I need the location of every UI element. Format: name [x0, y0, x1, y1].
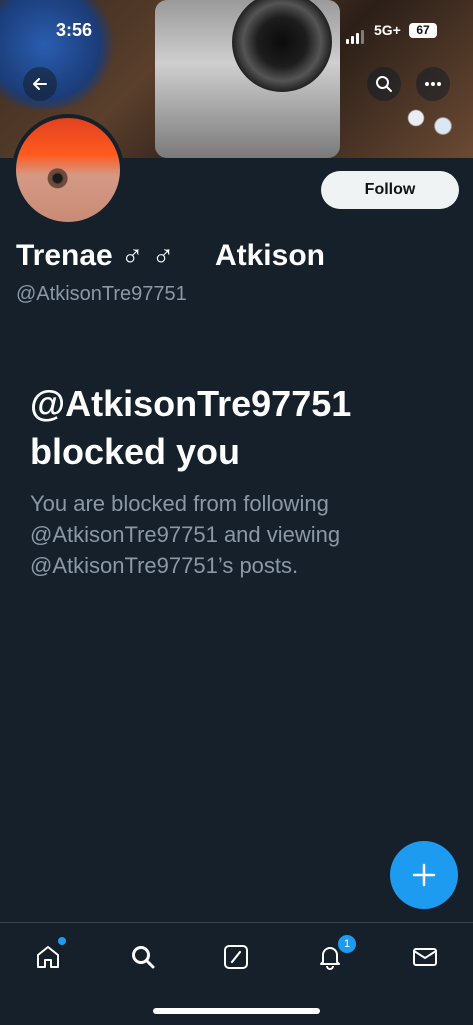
profile-name: Trenae ♂ ♂ Atkison: [16, 239, 325, 272]
nav-grok[interactable]: [216, 939, 256, 979]
nav-notifications[interactable]: 1: [310, 933, 358, 979]
follow-button[interactable]: Follow: [321, 171, 459, 209]
status-time: 3:56: [56, 20, 93, 40]
nav-search[interactable]: [123, 939, 163, 979]
battery-icon: 67: [409, 23, 437, 38]
signal-icon: [346, 26, 366, 44]
status-bar: 3:56 5G+ 67: [0, 20, 473, 44]
search-icon: [376, 76, 392, 92]
search-icon: [132, 946, 155, 969]
blocked-title: @AtkisonTre97751 blocked you: [30, 383, 352, 472]
plus-icon: [412, 863, 436, 887]
nav-home[interactable]: [28, 937, 68, 979]
profile-handle: @AtkisonTre97751: [16, 283, 187, 305]
network-label: 5G+: [374, 22, 401, 38]
grok-icon: [224, 945, 248, 969]
notification-badge: 1: [336, 933, 358, 955]
arrow-left-icon: [33, 78, 47, 90]
compose-button[interactable]: [390, 841, 458, 909]
nav-messages[interactable]: [405, 939, 445, 979]
home-notification-dot: [58, 937, 66, 945]
more-horizontal-icon: [425, 82, 441, 86]
banner-blue-object: [0, 0, 120, 110]
home-indicator[interactable]: [153, 1008, 320, 1014]
blocked-message: You are blocked from following @AtkisonT…: [30, 491, 341, 578]
home-icon: [37, 946, 59, 968]
mail-icon: [413, 948, 437, 966]
profile-avatar[interactable]: [12, 114, 124, 226]
search-button[interactable]: [367, 67, 401, 101]
more-button[interactable]: [416, 67, 450, 101]
back-button[interactable]: [23, 67, 57, 101]
